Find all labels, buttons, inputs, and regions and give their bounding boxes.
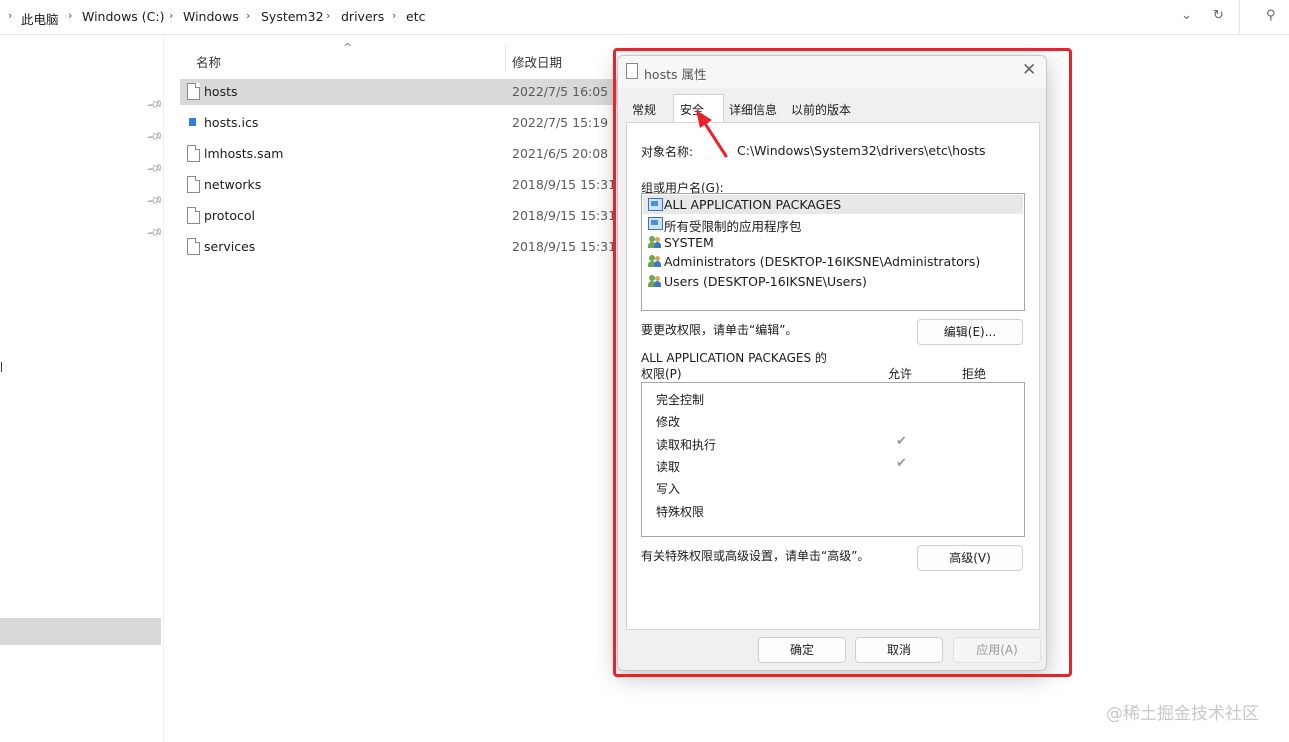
nav-pane-marker xyxy=(1,362,2,372)
file-icon xyxy=(187,83,200,100)
breadcrumb-system32[interactable]: System32 xyxy=(261,9,324,24)
file-modified: 2021/6/5 20:08 xyxy=(512,146,609,161)
file-icon xyxy=(187,176,200,193)
file-row-networks[interactable]: networks 2018/9/15 15:31 xyxy=(180,172,620,198)
watermark: @稀土掘金技术社区 xyxy=(1106,704,1259,724)
nav-selected-item[interactable] xyxy=(0,618,161,645)
file-row-services[interactable]: services 2018/9/15 15:31 xyxy=(180,234,620,260)
file-name: networks xyxy=(204,177,262,192)
file-icon xyxy=(187,207,200,224)
column-header-modified[interactable]: 修改日期 xyxy=(512,52,562,71)
file-name: hosts xyxy=(204,84,238,99)
pin-icon[interactable]: 📌︎ xyxy=(146,127,165,146)
file-row-hosts[interactable]: hosts 2022/7/5 16:05 xyxy=(180,79,620,105)
column-divider[interactable] xyxy=(505,44,506,72)
chevron-down-icon[interactable]: ⌄ xyxy=(1181,8,1192,23)
annotation-arrow-icon xyxy=(696,110,728,158)
pin-icon[interactable]: 📌︎ xyxy=(146,95,165,114)
file-modified: 2018/9/15 15:31 xyxy=(512,177,617,192)
chevron-right-icon: › xyxy=(326,9,331,22)
file-modified: 2022/7/5 16:05 xyxy=(512,84,609,99)
file-icon xyxy=(187,238,200,255)
pin-icon[interactable]: 📌︎ xyxy=(146,223,165,242)
column-header-name[interactable]: 名称 xyxy=(196,52,221,71)
refresh-icon[interactable]: ↻ xyxy=(1213,8,1224,23)
chevron-right-icon: › xyxy=(68,9,73,22)
file-row-hosts-ics[interactable]: hosts.ics 2022/7/5 15:19 xyxy=(180,110,620,136)
address-bar[interactable]: › 此电脑 › Windows (C:) › Windows › System3… xyxy=(0,0,1289,35)
chevron-right-icon: › xyxy=(8,9,13,22)
sort-ascending-icon: ^ xyxy=(343,41,353,54)
chevron-right-icon: › xyxy=(392,9,397,22)
file-modified: 2018/9/15 15:31 xyxy=(512,208,617,223)
search-icon[interactable]: ⚲ xyxy=(1266,8,1276,23)
file-name: lmhosts.sam xyxy=(204,146,284,161)
pin-icon[interactable]: 📌︎ xyxy=(146,191,165,210)
file-row-protocol[interactable]: protocol 2018/9/15 15:31 xyxy=(180,203,620,229)
file-row-lmhosts[interactable]: lmhosts.sam 2021/6/5 20:08 xyxy=(180,141,620,167)
breadcrumb-windows-c[interactable]: Windows (C:) xyxy=(82,9,164,24)
ics-file-icon xyxy=(189,118,196,126)
file-name: protocol xyxy=(204,208,255,223)
annotation-highlight-box xyxy=(613,48,1072,677)
file-name: hosts.ics xyxy=(204,115,259,130)
breadcrumb-this-pc[interactable]: 此电脑 xyxy=(21,9,59,28)
chevron-right-icon: › xyxy=(169,9,174,22)
file-icon xyxy=(187,145,200,162)
chevron-right-icon: › xyxy=(246,9,251,22)
pin-icon[interactable]: 📌︎ xyxy=(146,159,165,178)
file-modified: 2018/9/15 15:31 xyxy=(512,239,617,254)
file-modified: 2022/7/5 15:19 xyxy=(512,115,609,130)
breadcrumb-windows[interactable]: Windows xyxy=(183,9,239,24)
file-name: services xyxy=(204,239,256,254)
breadcrumb-etc[interactable]: etc xyxy=(406,9,425,24)
breadcrumb-drivers[interactable]: drivers xyxy=(341,9,384,24)
search-box[interactable]: ⚲ xyxy=(1239,0,1289,34)
